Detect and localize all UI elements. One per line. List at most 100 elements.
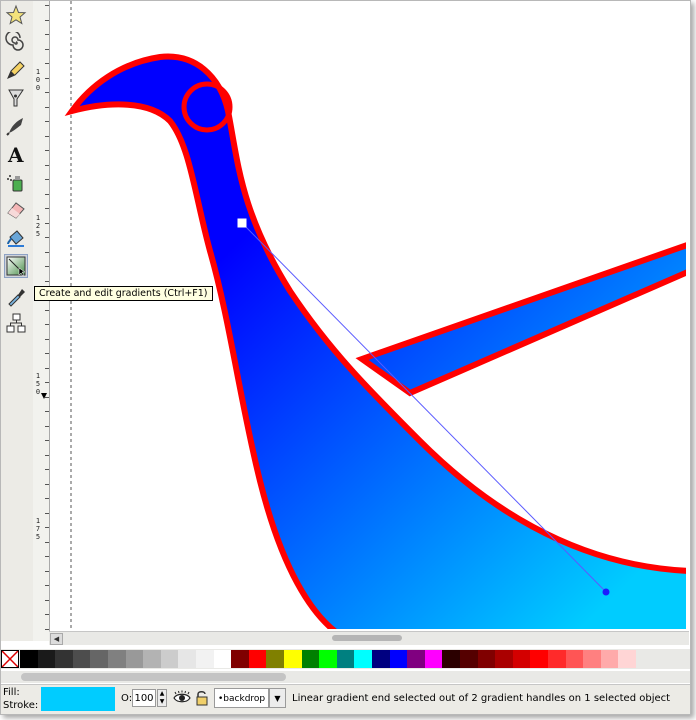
ruler-tick [45, 368, 49, 369]
star-tool-icon[interactable] [4, 3, 28, 27]
palette-swatch[interactable] [600, 650, 619, 668]
lock-icon[interactable] [195, 690, 209, 706]
palette-swatch[interactable] [583, 650, 602, 668]
ruler-tick [45, 92, 49, 93]
horizontal-scrollbar[interactable]: ◀ [49, 631, 689, 645]
ruler-tick [45, 556, 49, 557]
ruler-tick [45, 426, 49, 427]
palette-swatch[interactable] [266, 650, 285, 668]
ruler-tick [45, 513, 49, 514]
inkscape-window: A 100 125 150 175 Create and edit gradie… [0, 0, 691, 715]
pen-tool-icon[interactable] [4, 86, 28, 110]
ruler-tick [45, 382, 49, 383]
palette-swatch[interactable] [160, 650, 179, 668]
eraser-tool-icon[interactable] [4, 198, 28, 222]
spray-tool-icon[interactable] [4, 170, 28, 194]
chevron-down-icon[interactable]: ▼ [269, 688, 286, 708]
palette-swatch[interactable] [55, 650, 74, 668]
text-tool-icon[interactable]: A [4, 142, 28, 166]
palette-swatch[interactable] [90, 650, 109, 668]
ruler-label: 125 [35, 214, 41, 238]
palette-swatch[interactable] [336, 650, 355, 668]
scroll-thumb[interactable] [332, 635, 402, 641]
palette-swatch[interactable] [20, 650, 38, 668]
palette-swatch[interactable] [319, 650, 338, 668]
ruler-tick [45, 498, 49, 499]
palette-scroll-thumb[interactable] [21, 673, 286, 681]
pencil-tool-icon[interactable] [4, 58, 28, 82]
palette-swatch[interactable] [143, 650, 162, 668]
palette-swatch[interactable] [495, 650, 514, 668]
palette-swatch[interactable] [213, 650, 232, 668]
ruler-tick [45, 49, 49, 50]
ruler-label: 175 [35, 517, 41, 541]
drawing-svg [64, 1, 686, 629]
eye-icon[interactable] [173, 690, 191, 706]
fill-label: Fill: [3, 687, 20, 698]
palette-swatch[interactable] [512, 650, 531, 668]
ruler-tick [45, 600, 49, 601]
palette-swatch[interactable] [618, 650, 637, 668]
ruler-tick [45, 629, 49, 630]
palette-swatch[interactable] [196, 650, 214, 668]
vertical-ruler: 100 125 150 175 [33, 1, 50, 641]
ruler-tick [45, 223, 49, 224]
calligraphy-tool-icon[interactable] [4, 114, 28, 138]
svg-text:A: A [7, 143, 24, 165]
palette-swatch[interactable] [407, 650, 426, 668]
no-paint-swatch[interactable] [1, 650, 19, 668]
palette-swatch[interactable] [548, 650, 566, 668]
ruler-tick [45, 63, 49, 64]
ruler-position-marker [41, 393, 47, 399]
spiral-tool-icon[interactable] [4, 31, 28, 55]
tooltip: Create and edit gradients (Ctrl+F1) [34, 286, 213, 301]
ruler-tick [45, 527, 49, 528]
palette-swatch[interactable] [108, 650, 126, 668]
ruler-tick [45, 281, 49, 282]
palette-swatch[interactable] [231, 650, 250, 668]
scroll-left-icon[interactable]: ◀ [50, 633, 63, 645]
ruler-tick [45, 237, 49, 238]
gradient-tool-icon[interactable] [4, 254, 28, 278]
connector-tool-icon[interactable] [4, 311, 28, 335]
palette-swatch[interactable] [389, 650, 408, 668]
opacity-label: O: [121, 693, 133, 704]
layer-selector[interactable]: •backdrop [214, 688, 269, 708]
ruler-tick [45, 208, 49, 209]
opacity-input[interactable]: 100 [132, 689, 156, 707]
palette-swatch[interactable] [372, 650, 390, 668]
ruler-tick [45, 440, 49, 441]
palette-swatch[interactable] [178, 650, 197, 668]
palette-swatch[interactable] [565, 650, 584, 668]
palette-swatch[interactable] [248, 650, 267, 668]
ruler-tick [45, 252, 49, 253]
palette-swatch[interactable] [37, 650, 56, 668]
dropper-tool-icon[interactable] [4, 284, 28, 308]
palette-swatch[interactable] [284, 650, 302, 668]
ruler-tick [45, 571, 49, 572]
gradient-start-handle[interactable] [237, 218, 247, 228]
fill-stroke-indicator[interactable] [41, 687, 115, 711]
wing-shape[interactable] [355, 242, 686, 397]
palette-swatch[interactable] [125, 650, 144, 668]
status-bar: Fill: Stroke: O: 100 ▲ ▼ •backdrop ▼ Line… [1, 684, 690, 714]
ruler-label: 100 [35, 68, 41, 92]
ruler-tick [45, 266, 49, 267]
palette-scrollbar[interactable] [1, 671, 690, 683]
palette-swatch[interactable] [424, 650, 443, 668]
opacity-spinner[interactable]: ▲ ▼ [157, 689, 167, 707]
ruler-tick [45, 469, 49, 470]
drawing-canvas[interactable] [50, 1, 686, 629]
palette-swatch[interactable] [477, 650, 496, 668]
color-palette [1, 649, 690, 669]
palette-swatch[interactable] [530, 650, 549, 668]
palette-swatch[interactable] [72, 650, 91, 668]
stroke-label: Stroke: [3, 700, 39, 711]
gradient-end-handle[interactable] [602, 588, 610, 596]
palette-swatch[interactable] [460, 650, 478, 668]
bird-body-shape[interactable] [64, 53, 686, 629]
palette-swatch[interactable] [354, 650, 373, 668]
palette-swatch[interactable] [301, 650, 320, 668]
palette-swatch[interactable] [442, 650, 461, 668]
paint-bucket-tool-icon[interactable] [4, 226, 28, 250]
